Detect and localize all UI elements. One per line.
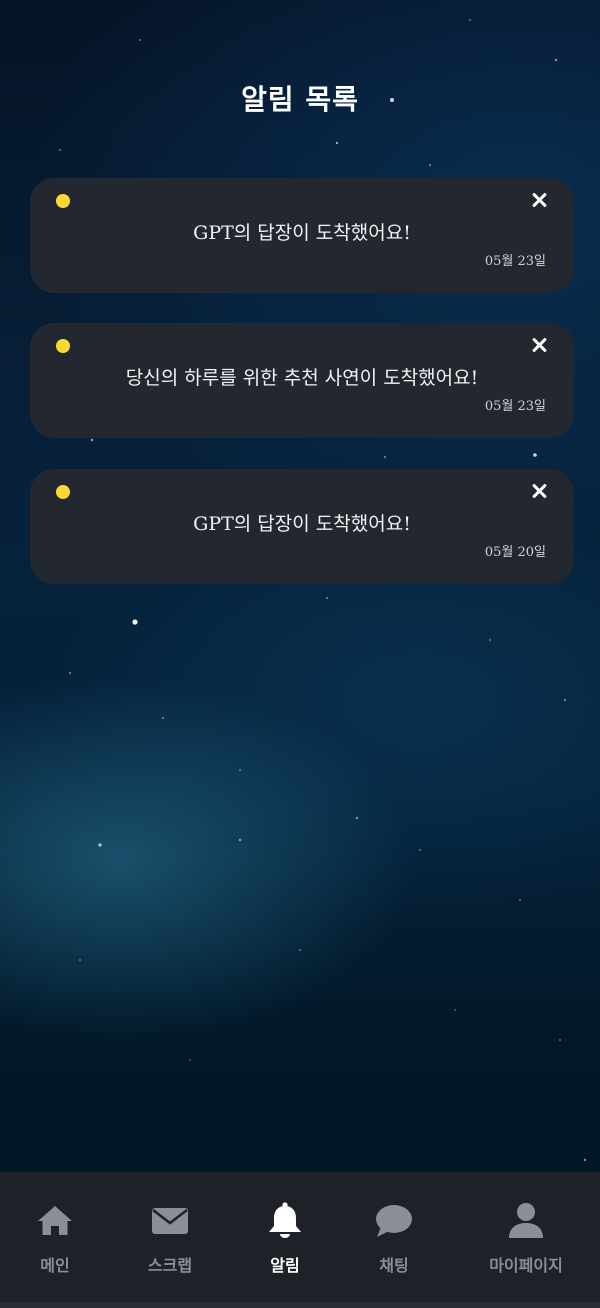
nav-item-alarm[interactable]: 알림 (230, 1172, 340, 1282)
bottom-nav: 메인 스크랩 알림 채팅 마이페이지 (0, 1172, 600, 1302)
starfield (59, 19, 587, 1162)
chat-bubble-icon (374, 1200, 414, 1240)
notification-date: 05월 23일 (484, 254, 546, 269)
nav-label: 채팅 (379, 1256, 409, 1275)
home-icon (35, 1200, 75, 1240)
bell-icon (265, 1200, 305, 1240)
notification-date: 05월 23일 (484, 399, 546, 414)
notification-message: GPT의 답장이 도착했어요! (193, 513, 411, 535)
notification-message: GPT의 답장이 도착했어요! (193, 222, 411, 244)
nav-label: 마이페이지 (489, 1256, 563, 1275)
nav-label: 스크랩 (147, 1256, 193, 1275)
nav-label: 알림 (270, 1256, 300, 1275)
unread-dot (56, 339, 70, 353)
close-icon[interactable] (529, 190, 549, 210)
nav-bottom-edge (0, 1302, 600, 1308)
nav-item-scrap[interactable]: 스크랩 (115, 1172, 225, 1282)
nav-label: 메인 (40, 1256, 70, 1275)
close-icon[interactable] (529, 335, 549, 355)
nav-item-mypage[interactable]: 마이페이지 (471, 1172, 581, 1282)
page-title: 알림 목록 (241, 83, 359, 116)
unread-dot (56, 194, 70, 208)
notification-card[interactable]: GPT의 답장이 도착했어요! 05월 20일 (30, 469, 574, 584)
nav-item-chat[interactable]: 채팅 (339, 1172, 449, 1282)
unread-dot (56, 485, 70, 499)
mail-icon (150, 1200, 190, 1240)
nav-item-main[interactable]: 메인 (0, 1172, 110, 1282)
notification-message: 당신의 하루를 위한 추천 사연이 도착했어요! (125, 367, 479, 389)
notification-card[interactable]: GPT의 답장이 도착했어요! 05월 23일 (30, 178, 574, 293)
close-icon[interactable] (529, 481, 549, 501)
notification-card[interactable]: 당신의 하루를 위한 추천 사연이 도착했어요! 05월 23일 (30, 323, 574, 438)
notification-date: 05월 20일 (484, 545, 546, 560)
user-icon (506, 1200, 546, 1240)
